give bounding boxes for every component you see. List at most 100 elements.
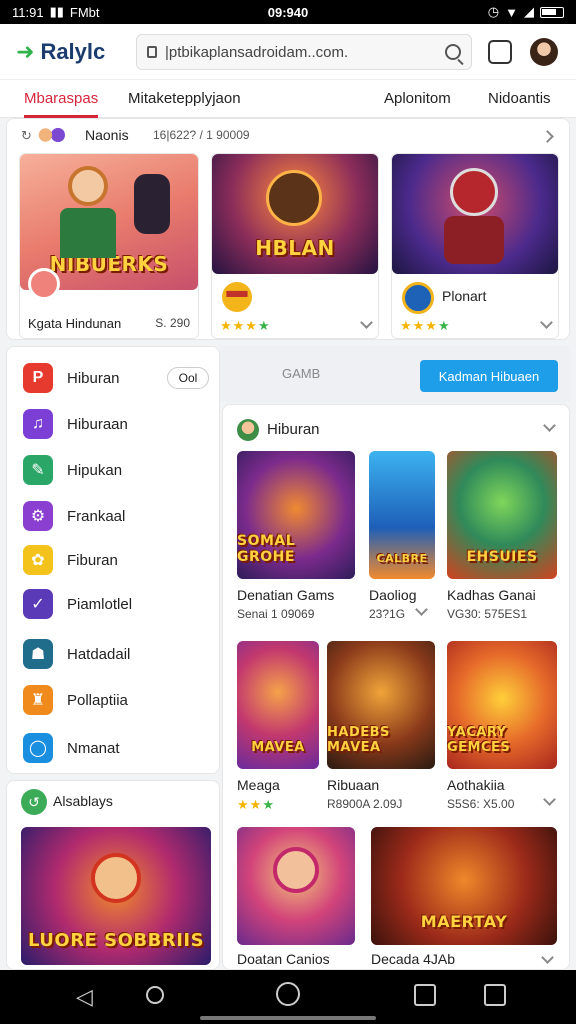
section-avatar-icon (237, 419, 259, 441)
status-bar: 11:91 ▮▮ FMbt 09:940 ◷ ▼ ◢ (0, 0, 576, 24)
tab-aplonitom[interactable]: Aplonitom (384, 90, 451, 107)
chevron-down-icon[interactable] (415, 603, 428, 616)
game-tile-2-title: Daoliog (369, 587, 417, 603)
tabs-switcher-icon[interactable] (488, 40, 512, 64)
recents-icon[interactable] (484, 984, 506, 1006)
sidebar-item-fiburan[interactable]: ✿ Fiburan (23, 545, 118, 575)
main-content: ↻ Naonis 16|622? / 1 90009 NIBUERKS Kgat… (0, 118, 576, 970)
game-tile-1-sub: Senai 1 09069 (237, 607, 315, 621)
game-tile-7-title: Doatan Canios (237, 951, 330, 967)
sidebar-item-hiburan[interactable]: P Hiburan (23, 363, 120, 393)
sidebar-promo-section: ↺ Alsablays LUORE SOBBRIIS (6, 780, 220, 970)
sidebar-item-label: Hiburan (67, 369, 120, 387)
split-screen-icon[interactable] (414, 984, 436, 1006)
featured-card-3[interactable]: Plonart ★★★★ (391, 153, 559, 339)
sidebar-item-hatdadail[interactable]: ☗ Hatdadail (23, 639, 130, 669)
system-nav-bar: ◁ (0, 970, 576, 1024)
promo-art[interactable]: LUORE SOBBRIIS (21, 827, 211, 965)
tab-mbaraspas[interactable]: Mbaraspas (24, 90, 99, 118)
game-tile-8-title: Decada 4JAb (371, 951, 456, 967)
game-tile-2-art-title: CALBRE (376, 552, 428, 565)
featured-card-3-name: Plonart (442, 288, 487, 304)
game-tile-2[interactable]: CALBRE (369, 451, 435, 579)
battery-icon (540, 6, 564, 18)
game-tile-6-sub: S5S6: X5.00 (447, 797, 515, 811)
sidebar-item-piamlotlel[interactable]: ✓ Piamlotlel (23, 589, 132, 619)
lock-icon (147, 46, 157, 58)
chat-bubble-icon[interactable] (28, 268, 60, 300)
game-tile-3[interactable]: EHSUIES (447, 451, 557, 579)
sidebar-item-label: Hiburaan (67, 415, 128, 433)
game-tile-5-art-title: HADEBS MAVEA (327, 725, 390, 755)
chevron-down-icon[interactable] (360, 316, 373, 329)
action-strip: GAMB Kadman Hibuaen (220, 346, 570, 402)
promo-art-title: LUORE SOBBRIIS (27, 930, 205, 951)
sidebar-item-pollaptiia[interactable]: ♜ Pollaptiia (23, 685, 128, 715)
home-icon[interactable] (146, 986, 164, 1004)
game-tile-8-art-title: MAERTAY (420, 912, 508, 931)
game-tile-6-title: Aothakiia (447, 777, 505, 793)
castle-icon: ♜ (23, 685, 53, 715)
status-time: 09:940 (267, 4, 309, 20)
featured-card-3-rating: ★★★★ (400, 318, 451, 333)
address-bar[interactable]: |ptbikaplansadroidam..com. (136, 34, 472, 70)
game-tile-8[interactable]: MAERTAY (371, 827, 557, 945)
sidebar-item-pill[interactable]: Ool (167, 367, 209, 389)
featured-card-2-title: HBLAN (255, 236, 335, 260)
sidebar-item-label: Hatdadail (67, 645, 131, 663)
robot-head-icon (450, 168, 498, 216)
game-tile-1[interactable]: SOMAL GROHE (237, 451, 355, 579)
address-text[interactable]: |ptbikaplansadroidam..com. (165, 44, 348, 61)
tab-mitaketepplyjaon[interactable]: Mitaketepplyjaon (128, 90, 241, 107)
game-tile-1-art-title: SOMAL GROHE (237, 533, 296, 565)
assistant-icon[interactable] (276, 982, 300, 1006)
game-tile-6[interactable]: YACARY GEMCES (447, 641, 557, 769)
game-tile-7[interactable] (237, 827, 355, 945)
logo-arrow-icon: ➜ (16, 38, 35, 64)
featured-card-2-badge-icon: ▀▀▀ (222, 282, 252, 312)
home-indicator[interactable] (200, 1016, 376, 1020)
app-logo[interactable]: ➜ Ralylc (16, 39, 136, 65)
game-tile-4-title: Meaga (237, 777, 280, 793)
featured-card-2-rating: ★★★★ (220, 318, 271, 333)
chevron-down-icon[interactable] (541, 951, 554, 964)
game-tile-4[interactable]: MAVEA (237, 641, 319, 769)
tab-nidoantis[interactable]: Nidoantis (488, 90, 551, 107)
featured-card-1[interactable]: NIBUERKS Kgata Hindunan S. 290 (19, 153, 199, 339)
search-icon[interactable] (445, 44, 461, 60)
hiburan-icon: P (23, 363, 53, 393)
sidebar-category-list: P Hiburan Ool ♫ Hiburaan ✎ Hipukan ⚙ Fra… (6, 346, 220, 774)
game-tile-3-title: Kadhas Ganai (447, 587, 536, 603)
featured-section: ↻ Naonis 16|622? / 1 90009 NIBUERKS Kgat… (6, 118, 570, 340)
sidebar-item-nmanat[interactable]: ◯ Nmanat (23, 733, 120, 763)
chevron-down-icon[interactable] (543, 419, 556, 432)
avatar[interactable] (530, 38, 558, 66)
section-title: Hiburan (267, 421, 320, 438)
sidebar-item-hipukan[interactable]: ✎ Hipukan (23, 455, 122, 485)
character-body-icon (60, 208, 116, 258)
back-icon[interactable]: ◁ (76, 984, 93, 1010)
gear-icon: ⚙ (23, 501, 53, 531)
game-tile-5[interactable]: HADEBS MAVEA (327, 641, 435, 769)
app-title: Ralylc (40, 38, 106, 64)
sidebar-item-frankaal[interactable]: ⚙ Frankaal (23, 501, 125, 531)
browser-toolbar: ➜ Ralylc |ptbikaplansadroidam..com. (0, 24, 576, 80)
check-icon: ✓ (23, 589, 53, 619)
chevron-right-icon[interactable] (541, 130, 554, 143)
featured-meta: 16|622? / 1 90009 (153, 128, 250, 142)
chevron-down-icon[interactable] (543, 793, 556, 806)
game-tile-3-sub: VG30: 575ES1 (447, 607, 528, 621)
promo-section-label: Alsablays (53, 793, 113, 809)
game-tile-4-art-title: MAVEA (251, 740, 305, 755)
featured-card-2[interactable]: HBLAN ▀▀▀ ★★★★ (211, 153, 379, 339)
pencil-icon: ✎ (23, 455, 53, 485)
music-icon: ♫ (23, 409, 53, 439)
kadman-hibuaen-button[interactable]: Kadman Hibuaen (420, 360, 558, 392)
sidebar-item-hiburaan[interactable]: ♫ Hiburaan (23, 409, 128, 439)
house-icon: ☗ (23, 639, 53, 669)
character-face-icon (68, 166, 108, 206)
game-tile-2-sub: 23?1G (369, 607, 406, 621)
gam-label: GAMB (282, 366, 321, 381)
chevron-down-icon[interactable] (540, 316, 553, 329)
refresh-icon[interactable]: ↻ (21, 128, 32, 144)
